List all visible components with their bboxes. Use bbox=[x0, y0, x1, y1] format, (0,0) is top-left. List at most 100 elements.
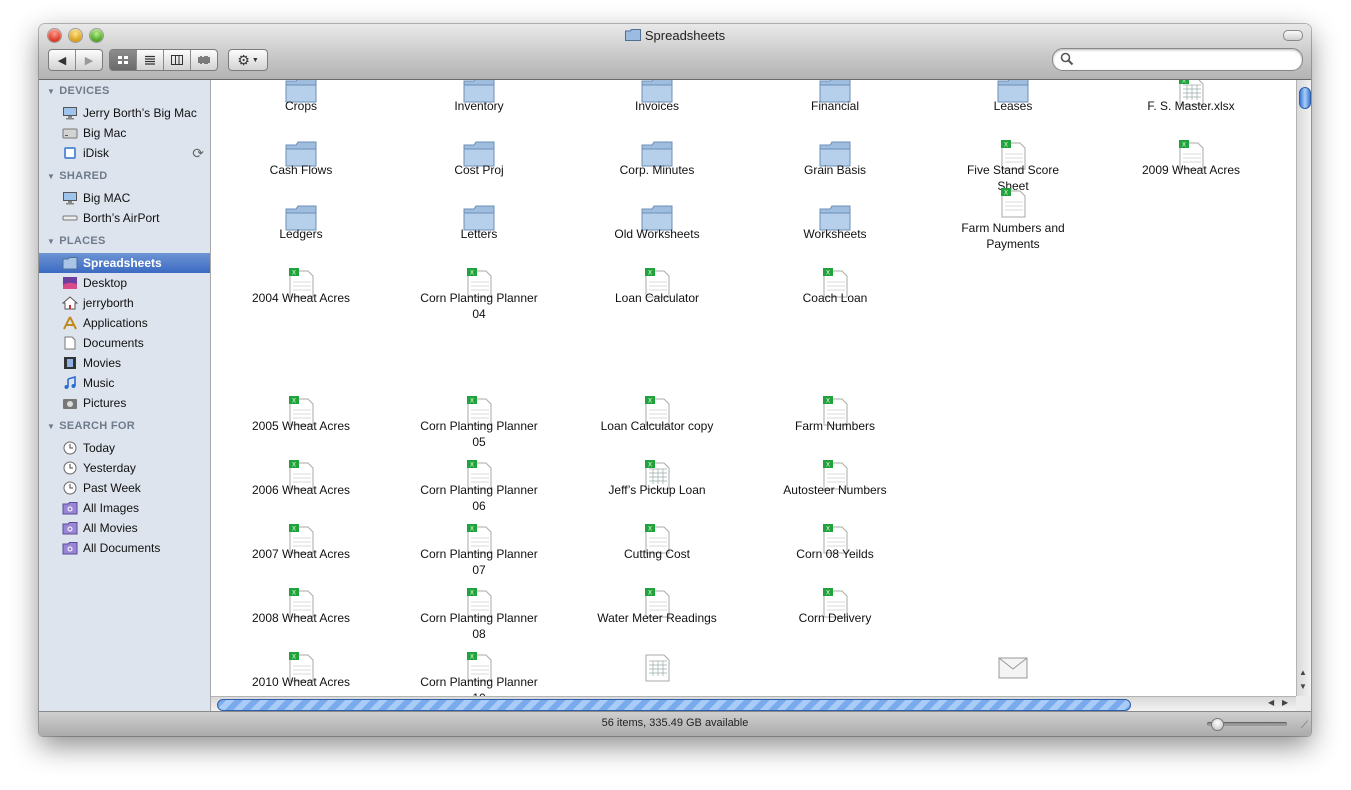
svg-text:X: X bbox=[1182, 143, 1186, 149]
item-label: Corn Planting Planner 04 bbox=[420, 291, 538, 321]
sidebar-item-label: Applications bbox=[83, 316, 148, 330]
back-button[interactable]: ◀ bbox=[49, 50, 76, 70]
sidebar-item-icon-wrap bbox=[62, 211, 78, 225]
sidebar-header-label: SEARCH FOR bbox=[59, 420, 135, 432]
sidebar-item-label: Today bbox=[83, 441, 116, 455]
sidebar-item-pictures[interactable]: Pictures bbox=[39, 393, 210, 413]
scroll-up-arrow-icon[interactable]: ▲ bbox=[1299, 668, 1307, 677]
svg-text:X: X bbox=[470, 527, 474, 533]
vertical-scroll-thumb[interactable] bbox=[1299, 87, 1311, 109]
sidebar-item-borth-s-airport[interactable]: Borth’s AirPort bbox=[39, 208, 210, 228]
sidebar-item-spreadsheets[interactable]: Spreadsheets bbox=[39, 253, 210, 273]
sidebar-item-all-images[interactable]: All Images bbox=[39, 498, 210, 518]
disclosure-triangle-icon[interactable]: ▼ bbox=[47, 87, 55, 96]
sidebar-header-places[interactable]: ▼ PLACES bbox=[47, 235, 106, 247]
list-view-button[interactable] bbox=[137, 50, 164, 70]
item-label: Leases bbox=[993, 99, 1033, 113]
sidebar-item-jerryborth[interactable]: jerryborth bbox=[39, 293, 210, 313]
disclosure-triangle-icon[interactable]: ▼ bbox=[47, 422, 55, 431]
icon-view-button[interactable] bbox=[110, 50, 137, 70]
item-label: Crops bbox=[284, 99, 317, 113]
idisk-icon bbox=[64, 147, 76, 159]
resize-grip-icon[interactable]: ⟋ bbox=[1301, 720, 1308, 731]
sidebar-item-big-mac[interactable]: Big Mac bbox=[39, 123, 210, 143]
sidebar-item-movies[interactable]: Movies bbox=[39, 353, 210, 373]
scroll-down-arrow-icon[interactable]: ▼ bbox=[1299, 682, 1307, 691]
search-field[interactable] bbox=[1052, 48, 1303, 71]
coverflow-view-icon bbox=[198, 56, 210, 64]
sidebar-item-label: Borth’s AirPort bbox=[83, 211, 160, 225]
svg-text:X: X bbox=[648, 399, 652, 405]
sidebar-item-label: Movies bbox=[83, 356, 122, 370]
forward-arrow-icon: ▶ bbox=[84, 54, 94, 67]
svg-text:X: X bbox=[1004, 143, 1008, 149]
sidebar-item-documents[interactable]: Documents bbox=[39, 333, 210, 353]
sidebar-item-today[interactable]: Today bbox=[39, 438, 210, 458]
item-label: Farm Numbers and Payments bbox=[961, 221, 1065, 251]
scroll-left-arrow-icon[interactable]: ◀ bbox=[1268, 698, 1274, 707]
icon-size-slider[interactable] bbox=[1207, 718, 1287, 731]
disclosure-triangle-icon[interactable]: ▼ bbox=[47, 172, 55, 181]
svg-text:X: X bbox=[648, 271, 652, 277]
sidebar-item-yesterday[interactable]: Yesterday bbox=[39, 458, 210, 478]
item-icon: X bbox=[997, 188, 1029, 218]
sidebar-item-applications[interactable]: Applications bbox=[39, 313, 210, 333]
horizontal-scrollbar[interactable]: ◀ ▶ bbox=[211, 696, 1296, 712]
applications-icon bbox=[63, 316, 77, 330]
action-menu-button[interactable]: ⚙ ▼ bbox=[228, 49, 268, 71]
sidebar-header-shared[interactable]: ▼ SHARED bbox=[47, 170, 107, 182]
sidebar-item-big-mac[interactable]: Big MAC bbox=[39, 188, 210, 208]
finder-window: Spreadsheets ◀ ▶ ⚙ ▼ ▼ DEVICES Jerry Bor… bbox=[39, 24, 1311, 736]
sidebar-item-idisk[interactable]: iDisk ⟳ bbox=[39, 143, 210, 163]
icon-view-icon bbox=[118, 56, 128, 64]
sidebar-item-jerry-borth-s-big-mac[interactable]: Jerry Borth’s Big Mac bbox=[39, 103, 210, 123]
vertical-scrollbar[interactable]: ▲ ▼ bbox=[1296, 80, 1311, 696]
icon-size-slider-knob[interactable] bbox=[1211, 718, 1224, 731]
svg-text:X: X bbox=[470, 271, 474, 277]
item-label: Corn Planting Planner 05 bbox=[420, 419, 538, 449]
toolbar-toggle-button[interactable] bbox=[1283, 30, 1303, 41]
scroll-right-arrow-icon[interactable]: ▶ bbox=[1282, 698, 1288, 707]
sidebar-header-devices[interactable]: ▼ DEVICES bbox=[47, 85, 110, 97]
coverflow-view-button[interactable] bbox=[191, 50, 217, 70]
horizontal-scroll-thumb[interactable] bbox=[217, 699, 1131, 711]
svg-text:X: X bbox=[648, 527, 652, 533]
sidebar-header-search-for[interactable]: ▼ SEARCH FOR bbox=[47, 420, 135, 432]
item-label: Letters bbox=[460, 227, 498, 241]
home-icon bbox=[61, 296, 79, 310]
item-label: Farm Numbers bbox=[794, 419, 875, 433]
sidebar-item-icon-wrap bbox=[62, 521, 78, 535]
item-label: Grain Basis bbox=[803, 163, 867, 177]
sidebar-item-icon-wrap bbox=[62, 396, 78, 410]
item-label: Corn Delivery bbox=[798, 611, 872, 625]
svg-text:X: X bbox=[292, 399, 296, 405]
search-icon bbox=[1060, 52, 1074, 66]
sidebar-item-music[interactable]: Music bbox=[39, 373, 210, 393]
search-input[interactable] bbox=[1079, 51, 1293, 69]
sidebar-item-all-movies[interactable]: All Movies bbox=[39, 518, 210, 538]
sidebar-item-icon-wrap bbox=[62, 146, 78, 160]
smart-folder-icon bbox=[62, 542, 78, 555]
gear-icon: ⚙ bbox=[237, 51, 250, 68]
hard-drive-icon bbox=[62, 128, 78, 139]
item-label: Cash Flows bbox=[269, 163, 333, 177]
sidebar-item-all-documents[interactable]: All Documents bbox=[39, 538, 210, 558]
sidebar-item-icon-wrap bbox=[61, 296, 79, 310]
svg-text:X: X bbox=[648, 463, 652, 469]
sidebar-item-past-week[interactable]: Past Week bbox=[39, 478, 210, 498]
svg-text:X: X bbox=[1182, 80, 1186, 85]
action-menu-inner: ⚙ ▼ bbox=[229, 50, 267, 70]
item-label: Worksheets bbox=[803, 227, 867, 241]
sidebar-item-desktop[interactable]: Desktop bbox=[39, 273, 210, 293]
airport-icon bbox=[62, 215, 78, 221]
forward-button[interactable]: ▶ bbox=[76, 50, 102, 70]
clock-icon bbox=[63, 481, 77, 495]
svg-text:X: X bbox=[826, 591, 830, 597]
smart-folder-icon bbox=[62, 502, 78, 515]
sync-icon[interactable]: ⟳ bbox=[192, 145, 204, 162]
document-icon bbox=[64, 336, 76, 350]
item-label: 2008 Wheat Acres bbox=[251, 611, 351, 625]
disclosure-triangle-icon[interactable]: ▼ bbox=[47, 237, 55, 246]
clock-icon bbox=[63, 461, 77, 475]
column-view-button[interactable] bbox=[164, 50, 191, 70]
